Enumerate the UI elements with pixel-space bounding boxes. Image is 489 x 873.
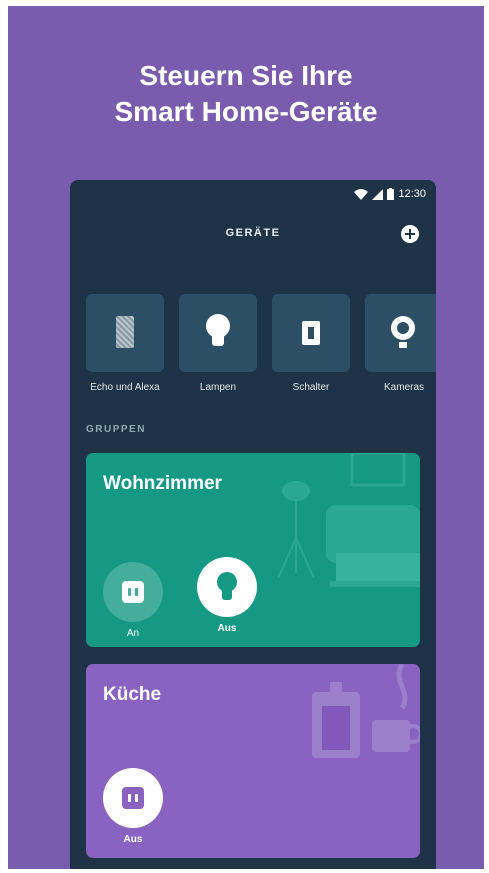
category-label: Echo und Alexa — [90, 382, 160, 393]
plug-icon — [122, 787, 144, 809]
category-lamps[interactable]: Lampen — [179, 294, 257, 393]
signal-icon — [372, 188, 384, 200]
control-state: An — [126, 628, 140, 639]
category-label: Kameras — [383, 382, 424, 393]
status-bar: 12:30 — [354, 186, 426, 202]
category-switches[interactable]: Schalter — [272, 294, 350, 393]
status-time: 12:30 — [398, 188, 426, 200]
category-tile — [86, 294, 164, 372]
control-state: Aus — [217, 623, 237, 634]
control-state: Aus — [123, 834, 143, 845]
light-bulb-icon — [217, 572, 237, 592]
control-circle — [103, 768, 163, 828]
plug-control[interactable]: An — [103, 562, 163, 639]
battery-icon — [387, 188, 395, 200]
category-tile — [179, 294, 257, 372]
control-circle — [197, 557, 257, 617]
group-name: Küche — [103, 684, 162, 705]
control-circle — [103, 562, 163, 622]
page-title: GERÄTE — [225, 227, 281, 239]
add-device-button[interactable] — [401, 225, 419, 243]
plug-control[interactable]: Aus — [103, 768, 163, 845]
promo-headline: Steuern Sie Ihre Smart Home-Geräte — [8, 58, 484, 130]
camera-stand-shape — [399, 342, 407, 348]
category-cameras[interactable]: Kameras — [365, 294, 436, 393]
group-card-living-room[interactable]: Wohnzimmer An Aus — [86, 453, 420, 647]
camera-icon — [391, 316, 415, 340]
category-echo[interactable]: Echo und Alexa — [86, 294, 164, 393]
echo-speaker-icon — [116, 316, 134, 348]
group-card-kitchen[interactable]: Küche Aus — [86, 664, 420, 858]
phone-screen: 12:30 GERÄTE Echo und Alexa Lampen Schal… — [70, 180, 436, 869]
group-name: Wohnzimmer — [103, 473, 222, 494]
light-bulb-icon — [206, 314, 230, 338]
promo-frame: Steuern Sie Ihre Smart Home-Geräte 12:30… — [8, 6, 484, 869]
light-switch-icon — [302, 321, 320, 345]
wifi-icon — [354, 188, 369, 200]
lamp-control[interactable]: Aus — [197, 557, 257, 634]
category-label: Schalter — [292, 382, 330, 393]
category-label: Lampen — [199, 382, 237, 393]
bulb-base-shape — [212, 336, 224, 346]
headline-line-2: Smart Home-Geräte — [114, 96, 378, 127]
device-categories: Echo und Alexa Lampen Schalter Kameras — [86, 294, 436, 404]
category-tile — [272, 294, 350, 372]
bulb-base-shape — [222, 590, 232, 600]
plug-icon — [122, 581, 144, 603]
headline-line-1: Steuern Sie Ihre — [139, 60, 353, 91]
category-tile — [365, 294, 436, 372]
groups-heading: GRUPPEN — [86, 424, 146, 435]
